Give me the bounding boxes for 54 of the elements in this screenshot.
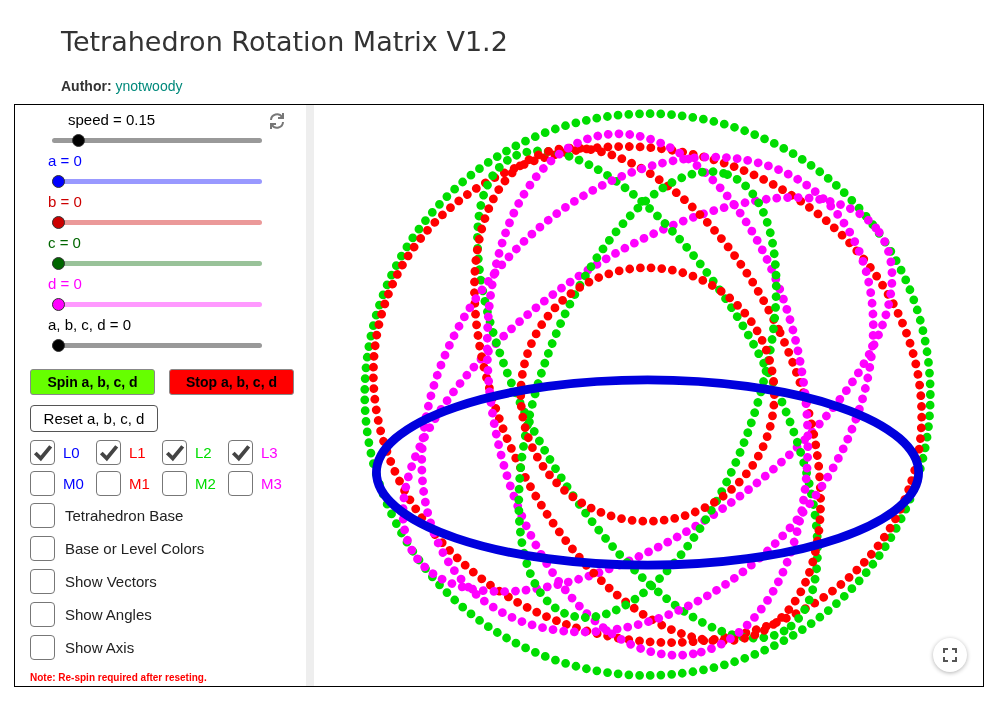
- checkbox[interactable]: [96, 440, 121, 465]
- author-link[interactable]: ynotwoody: [115, 78, 183, 94]
- slider-thumb[interactable]: [52, 339, 65, 352]
- slider-label: b = 0: [48, 193, 83, 211]
- slider[interactable]: [52, 174, 262, 189]
- slider-label: c = 0: [48, 234, 82, 252]
- slider-thumb[interactable]: [52, 257, 65, 270]
- checkbox-label: Show Vectors: [65, 573, 157, 590]
- slider[interactable]: [52, 256, 262, 271]
- slider[interactable]: [52, 297, 262, 312]
- fullscreen-icon: [942, 647, 958, 663]
- slider-label: a = 0: [48, 152, 83, 170]
- slider-label: d = 0: [48, 275, 83, 293]
- checkbox-label: M0: [63, 475, 84, 492]
- slider-label: speed = 0.15: [68, 111, 157, 129]
- fullscreen-button[interactable]: [933, 638, 967, 672]
- checkbox-label: Show Angles: [65, 606, 152, 623]
- page-title: Tetrahedron Rotation Matrix V1.2: [61, 26, 509, 59]
- slider-thumb[interactable]: [52, 298, 65, 311]
- checkbox-label: M3: [261, 475, 282, 492]
- author-label: Author:: [61, 78, 112, 94]
- slider-label: a, b, c, d = 0: [48, 316, 132, 334]
- note-text: Note: Re-spin required after reseting.: [30, 672, 207, 683]
- checkbox[interactable]: [30, 440, 55, 465]
- slider-thumb[interactable]: [52, 216, 65, 229]
- checkbox-label: Base or Level Colors: [65, 540, 205, 557]
- checkbox-label: Tetrahedron Base: [65, 507, 184, 524]
- slider[interactable]: [52, 133, 262, 148]
- slider[interactable]: [52, 338, 262, 353]
- checkbox[interactable]: [228, 471, 253, 496]
- checkbox[interactable]: [30, 536, 55, 561]
- reset-button[interactable]: Reset a, b, c, d: [30, 405, 158, 432]
- checkbox-label: L3: [261, 444, 278, 461]
- checkbox-label: M1: [129, 475, 150, 492]
- checkbox-label: L2: [195, 444, 212, 461]
- checkbox-label: L1: [129, 444, 146, 461]
- checkbox-label: Show Axis: [65, 639, 135, 656]
- checkbox[interactable]: [30, 471, 55, 496]
- reset-icon[interactable]: [267, 111, 287, 131]
- checkbox[interactable]: [162, 440, 187, 465]
- action-button[interactable]: Stop a, b, c, d: [169, 369, 294, 395]
- slider-thumb[interactable]: [52, 175, 65, 188]
- checkbox-label: L0: [63, 444, 80, 461]
- checkbox[interactable]: [30, 602, 55, 627]
- checkbox[interactable]: [228, 440, 253, 465]
- action-button[interactable]: Spin a, b, c, d: [30, 369, 155, 395]
- checkbox[interactable]: [30, 569, 55, 594]
- checkbox[interactable]: [30, 503, 55, 528]
- checkbox-label: M2: [195, 475, 216, 492]
- slider[interactable]: [52, 215, 262, 230]
- checkbox[interactable]: [162, 471, 187, 496]
- checkbox[interactable]: [96, 471, 121, 496]
- slider-thumb[interactable]: [71, 134, 85, 147]
- checkbox[interactable]: [30, 635, 55, 660]
